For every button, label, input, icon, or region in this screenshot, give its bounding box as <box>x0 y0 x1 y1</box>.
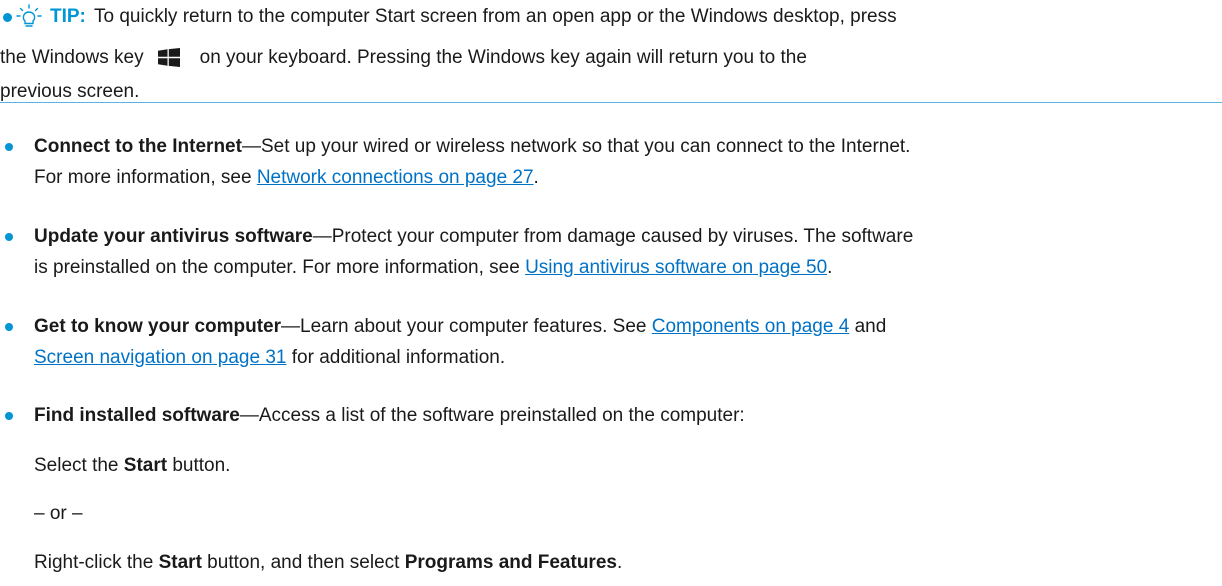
link-network-connections[interactable]: Network connections on page 27 <box>257 167 534 188</box>
bullet-text: Find installed software—Access a list of… <box>34 400 1220 431</box>
bullet-body: for additional information. <box>286 347 506 368</box>
start-term: Start <box>158 552 202 573</box>
bullet-dot <box>5 233 13 241</box>
bullet-title: Connect to the Internet <box>34 136 242 157</box>
tip-block: TIP: To quickly return to the computer S… <box>0 0 1222 103</box>
bullet-title: Update your antivirus software <box>34 226 313 247</box>
tip-text-line-3: previous screen. <box>0 81 140 102</box>
windows-key-icon <box>157 48 180 67</box>
bullet-body: For more information, see <box>34 167 257 188</box>
bullet-dot <box>5 323 13 331</box>
step-right-click: Right-click the Start button, and then s… <box>34 552 622 574</box>
step-text: . <box>616 552 623 573</box>
bullet-body: and <box>849 316 887 337</box>
step-or-separator: – or – <box>34 503 83 524</box>
bullet-body: —Set up your wired or wireless network s… <box>241 136 911 157</box>
tip-text-line-2-end: on your keyboard. Pressing the Windows k… <box>199 47 807 68</box>
bullet-title: Get to know your computer <box>34 316 282 337</box>
step-text: button. <box>167 455 231 476</box>
link-screen-navigation[interactable]: Screen navigation on page 31 <box>34 347 286 368</box>
bullet-body: —Protect your computer from damage cause… <box>312 226 914 247</box>
bullet-body: —Access a list of the software preinstal… <box>239 405 745 426</box>
lightbulb-icon <box>16 4 42 27</box>
bullet-dot <box>5 412 13 420</box>
bullet-text: Connect to the Internet—Set up your wire… <box>34 131 1220 193</box>
programs-and-features-term: Programs and Features <box>404 552 617 573</box>
tip-text-line-2: the Windows key on your keyboard. Pressi… <box>0 47 807 69</box>
document-page: TIP: To quickly return to the computer S… <box>0 0 1222 586</box>
bullet-dot <box>5 143 13 151</box>
step-text: button, and then select <box>201 552 405 573</box>
tip-label: TIP: <box>50 6 86 27</box>
tip-bullet <box>3 13 12 22</box>
step-select-start: Select the Start button. <box>34 455 230 477</box>
bullet-text: Get to know your computer—Learn about yo… <box>34 311 1220 373</box>
bullet-body: . <box>827 257 833 278</box>
tip-text-line-2-start: the Windows key <box>0 47 144 68</box>
bullet-body: is preinstalled on the computer. For mor… <box>34 257 526 278</box>
step-text: Right-click the <box>34 552 159 573</box>
step-text: Select the <box>34 455 124 476</box>
bullet-title: Find installed software <box>34 405 240 426</box>
tip-divider <box>0 102 1222 103</box>
bullet-body: . <box>533 167 539 188</box>
link-antivirus-software[interactable]: Using antivirus software on page 50 <box>525 257 827 278</box>
start-term: Start <box>123 455 168 476</box>
bullet-body: —Learn about your computer features. See <box>281 316 652 337</box>
tip-text-line-1: To quickly return to the computer Start … <box>94 6 897 27</box>
bullet-text: Update your antivirus software—Protect y… <box>34 221 1220 283</box>
link-components[interactable]: Components on page 4 <box>652 316 850 337</box>
